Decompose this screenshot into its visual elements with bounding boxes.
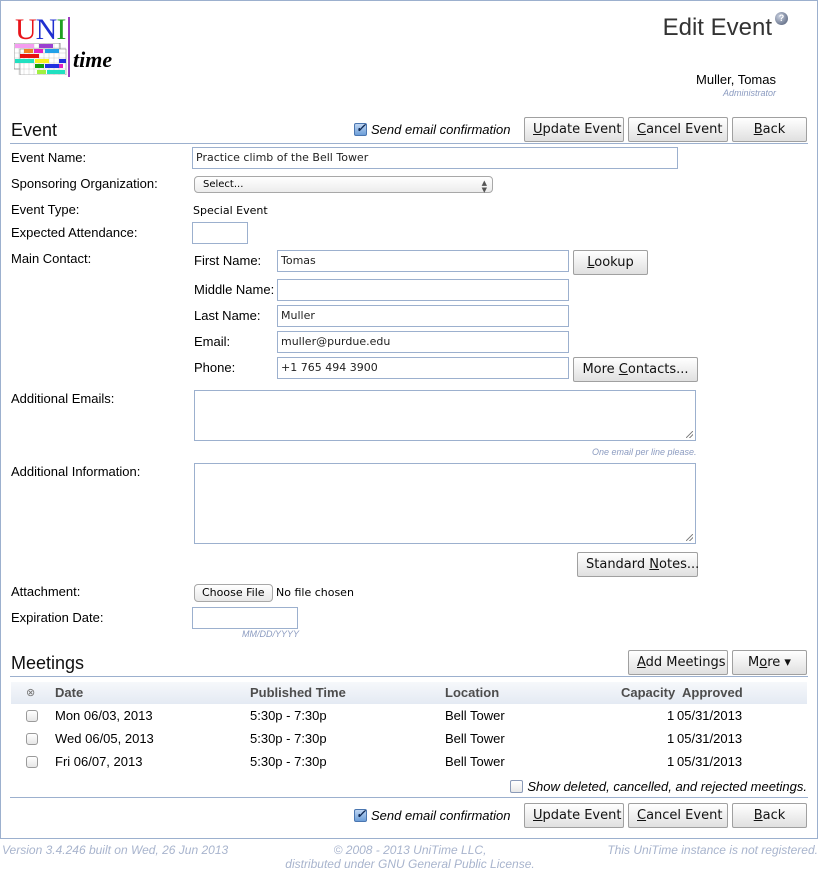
column-header-published-time[interactable]: Published Time — [250, 685, 346, 700]
expected-attendance-label: Expected Attendance: — [11, 225, 138, 240]
checkbox-unchecked-icon[interactable] — [510, 780, 524, 793]
row-checkbox[interactable] — [26, 733, 38, 745]
first-name-label: First Name: — [194, 253, 262, 268]
event-type-value: Special Event — [193, 204, 268, 217]
row-checkbox[interactable] — [26, 756, 38, 768]
back-button-top[interactable]: Back — [732, 117, 807, 142]
meeting-capacity: 1 — [667, 708, 675, 723]
standard-notes-button[interactable]: Standard Notes... — [577, 552, 699, 577]
checkbox-checked-icon[interactable] — [354, 121, 367, 136]
checkbox-checked-icon[interactable] — [354, 807, 367, 822]
logo-divider — [68, 17, 70, 77]
meeting-approved: 05/31/2013 — [677, 754, 743, 769]
logo-timetable-icon — [14, 43, 67, 75]
back-button-bottom[interactable]: Back — [732, 803, 807, 828]
meeting-time: 5:30p - 7:30p — [250, 731, 327, 746]
meeting-date: Fri 06/07, 2013 — [55, 754, 143, 769]
logo-uni-text: UNI — [15, 13, 66, 46]
phone-input[interactable]: +1 765 494 3900 — [277, 357, 569, 379]
meeting-approved: 05/31/2013 — [677, 731, 743, 746]
footer-version: Version 3.4.246 built on Wed, 26 Jun 201… — [2, 843, 229, 857]
footer-copyright: © 2008 - 2013 UniTime LLC, distributed u… — [283, 843, 537, 871]
resize-grip-icon[interactable] — [686, 534, 693, 541]
event-type-label: Event Type: — [11, 202, 80, 217]
meeting-date: Wed 06/05, 2013 — [55, 731, 154, 746]
resize-grip-icon[interactable] — [686, 431, 693, 438]
last-name-label: Last Name: — [194, 308, 261, 323]
send-email-label: Send email confirmation — [371, 122, 511, 137]
more-dropdown-button[interactable]: More ▾ — [732, 650, 807, 675]
email-label: Email: — [194, 334, 231, 349]
meeting-location: Bell Tower — [445, 708, 505, 723]
event-name-label: Event Name: — [11, 150, 87, 165]
email-input[interactable]: muller@purdue.edu — [277, 331, 569, 353]
meeting-date: Mon 06/03, 2013 — [55, 708, 153, 723]
logo-time-text: time — [73, 47, 113, 72]
additional-emails-label: Additional Emails: — [11, 391, 115, 406]
sponsoring-org-select[interactable]: Select... ▲ ▼ — [194, 176, 493, 194]
select-arrows-icon: ▲ ▼ — [481, 179, 487, 194]
event-name-input[interactable]: Practice climb of the Bell Tower — [192, 147, 678, 169]
footer-registration: This UniTime instance is not registered. — [607, 843, 818, 857]
show-deleted-label: Show deleted, cancelled, and rejected me… — [527, 779, 807, 794]
additional-emails-hint: One email per line please. — [592, 447, 697, 457]
sponsoring-org-value: Select... — [203, 179, 244, 190]
row-checkbox[interactable] — [26, 710, 38, 722]
update-event-button-bottom[interactable]: Update Event — [524, 803, 624, 828]
additional-emails-textarea[interactable] — [194, 390, 696, 441]
user-name: Muller, Tomas — [696, 72, 776, 87]
user-role: Administrator — [722, 88, 776, 98]
expiration-date-hint: MM/DD/YYYY — [242, 629, 300, 639]
middle-name-label: Middle Name: — [194, 282, 275, 297]
send-email-checkbox-top[interactable]: Send email confirmation — [354, 121, 511, 137]
show-deleted-checkbox[interactable]: Show deleted, cancelled, and rejected me… — [510, 779, 807, 794]
footer-copyright-line2: distributed under GNU General Public Lic… — [285, 857, 535, 871]
meeting-capacity: 1 — [667, 731, 675, 746]
column-header-location[interactable]: Location — [445, 685, 499, 700]
more-contacts-button[interactable]: More Contacts... — [573, 357, 698, 382]
middle-name-input[interactable] — [277, 279, 569, 301]
column-header-date[interactable]: Date — [55, 685, 83, 700]
main-contact-label: Main Contact: — [11, 251, 92, 266]
send-email-label: Send email confirmation — [371, 808, 511, 823]
column-header-capacity[interactable]: Capacity — [621, 685, 675, 700]
footer-copyright-line1: © 2008 - 2013 UniTime LLC, — [333, 843, 487, 857]
lookup-button[interactable]: Lookup — [573, 250, 648, 275]
column-header-approved[interactable]: Approved — [682, 685, 743, 700]
choose-file-button[interactable]: Choose File — [194, 584, 273, 602]
expected-attendance-input[interactable] — [192, 222, 248, 244]
bottom-divider — [10, 797, 808, 798]
attachment-label: Attachment: — [11, 584, 81, 599]
help-icon[interactable]: ? — [775, 12, 788, 25]
additional-info-textarea[interactable] — [194, 463, 696, 544]
expiration-date-label: Expiration Date: — [11, 610, 104, 625]
last-name-input[interactable]: Muller — [277, 305, 569, 327]
meeting-capacity: 1 — [667, 754, 675, 769]
meeting-approved: 05/31/2013 — [677, 708, 743, 723]
event-section-title: Event — [11, 120, 58, 140]
cancel-event-button-top[interactable]: Cancel Event — [628, 117, 728, 142]
sponsoring-org-label: Sponsoring Organization: — [11, 176, 158, 191]
unitime-logo[interactable]: UNI time — [13, 15, 123, 77]
select-all-icon[interactable]: ⊗ — [26, 686, 35, 699]
meeting-location: Bell Tower — [445, 731, 505, 746]
no-file-chosen-text: No file chosen — [276, 586, 354, 599]
phone-label: Phone: — [194, 360, 236, 375]
expiration-date-input[interactable] — [192, 607, 298, 629]
cancel-event-button-bottom[interactable]: Cancel Event — [628, 803, 728, 828]
page-title: Edit Event — [662, 14, 772, 41]
first-name-input[interactable]: Tomas — [277, 250, 569, 272]
meeting-time: 5:30p - 7:30p — [250, 708, 327, 723]
add-meetings-button[interactable]: Add Meetings — [628, 650, 728, 675]
meetings-table-header: ⊗ Date Published Time Location Capacity … — [11, 682, 807, 704]
meetings-section-title: Meetings — [11, 653, 85, 673]
send-email-checkbox-bottom[interactable]: Send email confirmation — [354, 807, 511, 823]
additional-info-label: Additional Information: — [11, 464, 141, 479]
meeting-time: 5:30p - 7:30p — [250, 754, 327, 769]
update-event-button-top[interactable]: Update Event — [524, 117, 624, 142]
meeting-location: Bell Tower — [445, 754, 505, 769]
